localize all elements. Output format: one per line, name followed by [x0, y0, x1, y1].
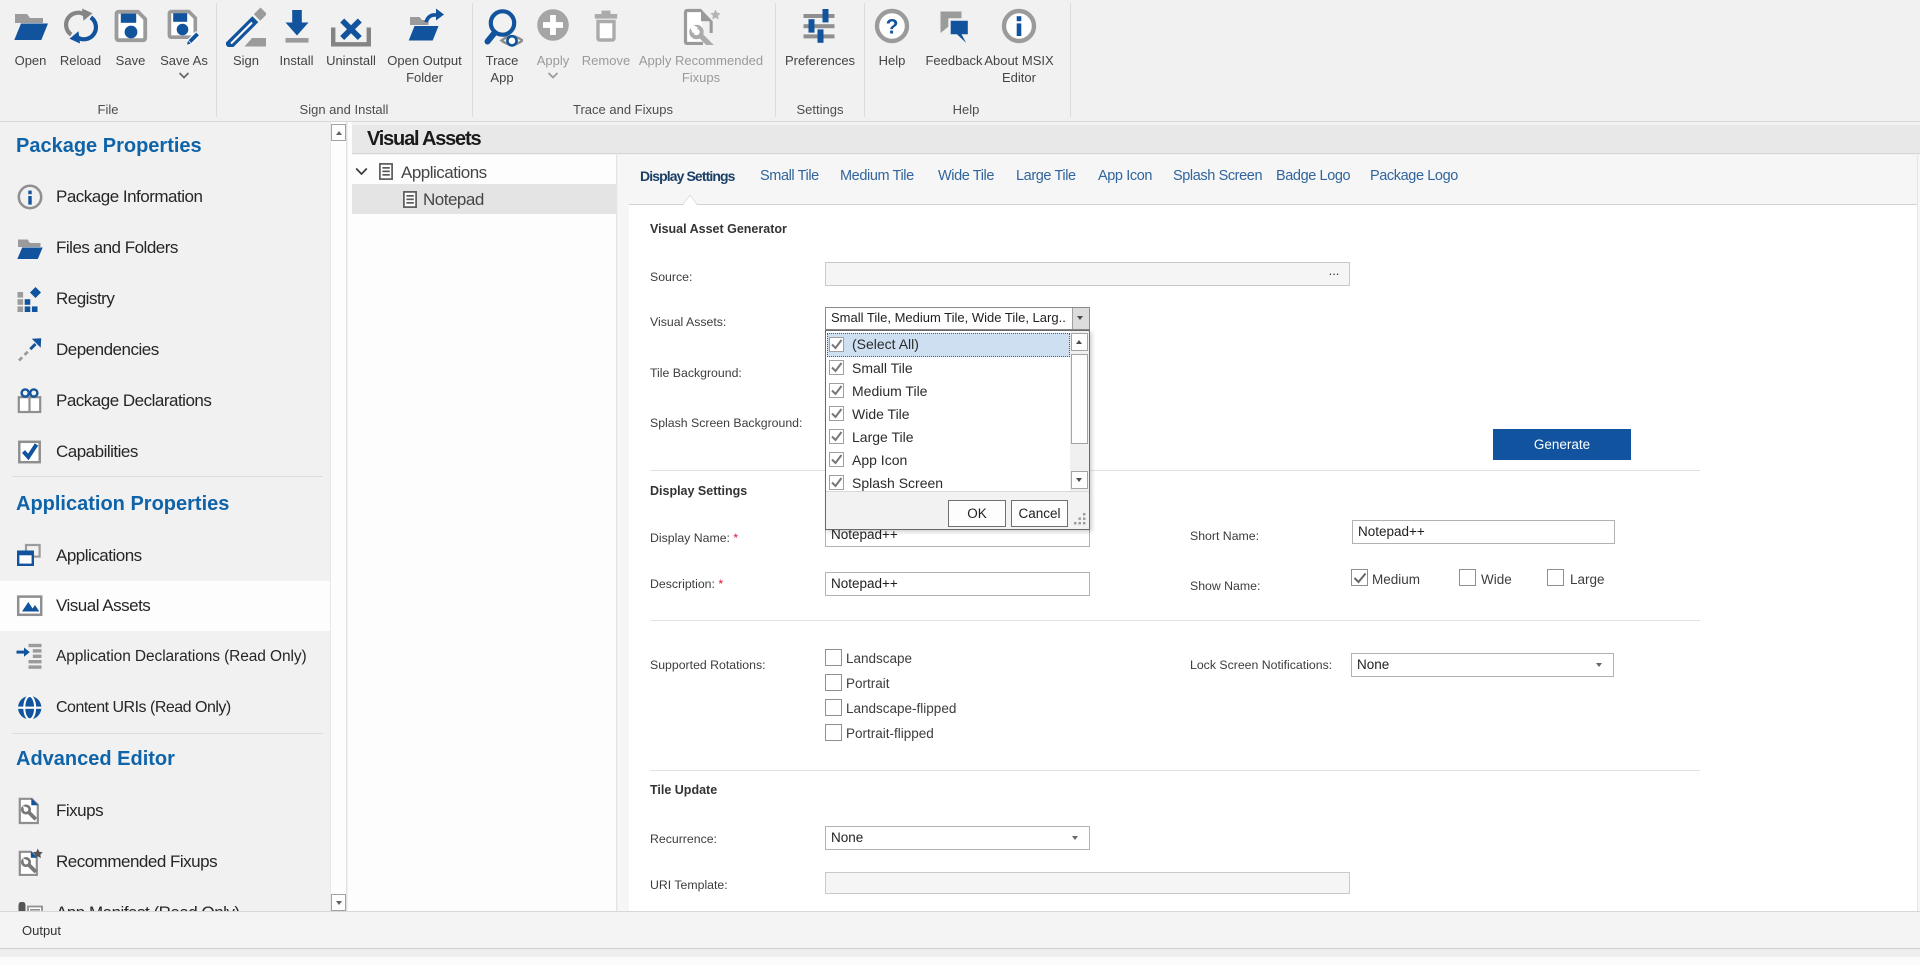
svg-text:?: ?: [886, 16, 899, 39]
